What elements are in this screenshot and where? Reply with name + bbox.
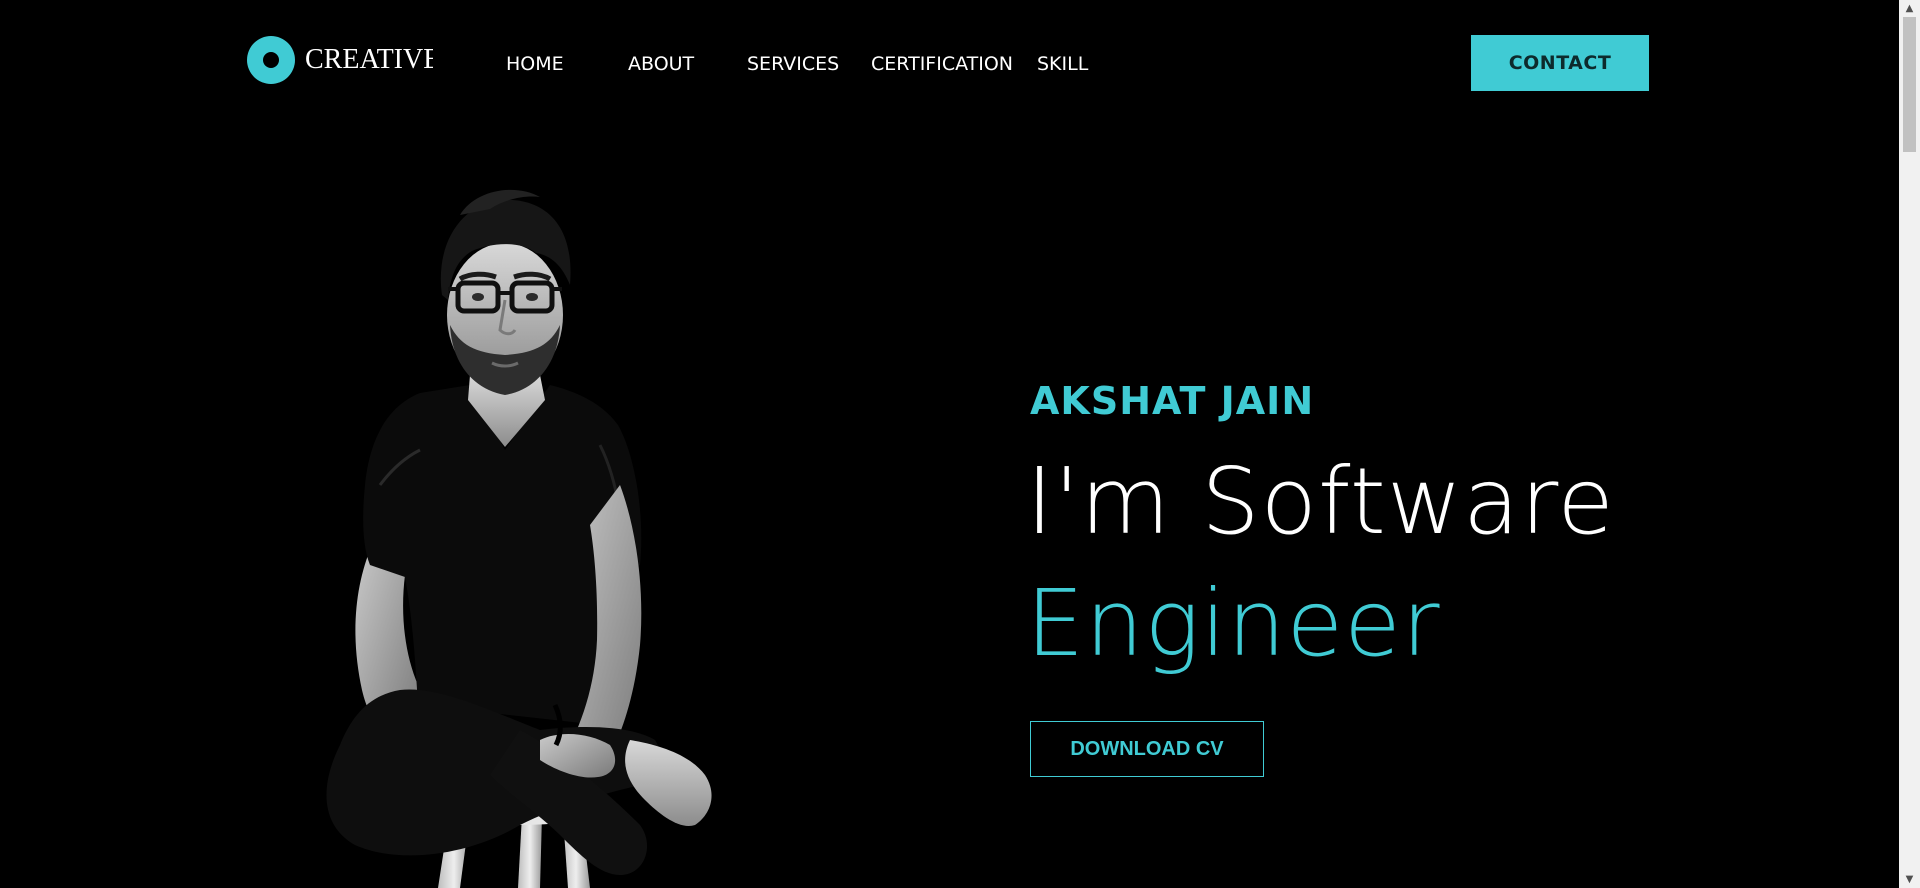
nav-home[interactable]: HOME: [506, 51, 628, 77]
logo[interactable]: CREATIVE: [247, 36, 433, 84]
contact-button[interactable]: CONTACT: [1471, 35, 1649, 91]
vertical-scrollbar[interactable]: ▲ ▼: [1899, 0, 1920, 888]
viewport: CREATIVE HOME ABOUT SERVICES CERTIFICATI…: [0, 0, 1899, 888]
page: CREATIVE HOME ABOUT SERVICES CERTIFICATI…: [0, 0, 1920, 888]
nav-skill[interactable]: SKILL: [1037, 51, 1097, 77]
nav-certification[interactable]: CERTIFICATION: [871, 51, 1037, 77]
main-nav: HOME ABOUT SERVICES CERTIFICATION SKILL: [506, 51, 1097, 77]
scroll-down-arrow-icon[interactable]: ▼: [1899, 871, 1920, 888]
scrollbar-thumb[interactable]: [1903, 17, 1916, 152]
portrait-image: [326, 189, 712, 888]
nav-about[interactable]: ABOUT: [628, 51, 747, 77]
hero-name: AKSHAT JAIN: [1030, 379, 1315, 423]
download-cv-button[interactable]: DOWNLOAD CV: [1030, 721, 1264, 777]
hero-headline-line1: I'm Software: [1026, 448, 1615, 555]
hero-headline-line2: Engineer: [1026, 570, 1441, 677]
scroll-up-arrow-icon[interactable]: ▲: [1899, 0, 1920, 17]
logo-ring-icon: [247, 36, 295, 84]
nav-services[interactable]: SERVICES: [747, 51, 871, 77]
logo-text: CREATIVE: [305, 44, 433, 75]
